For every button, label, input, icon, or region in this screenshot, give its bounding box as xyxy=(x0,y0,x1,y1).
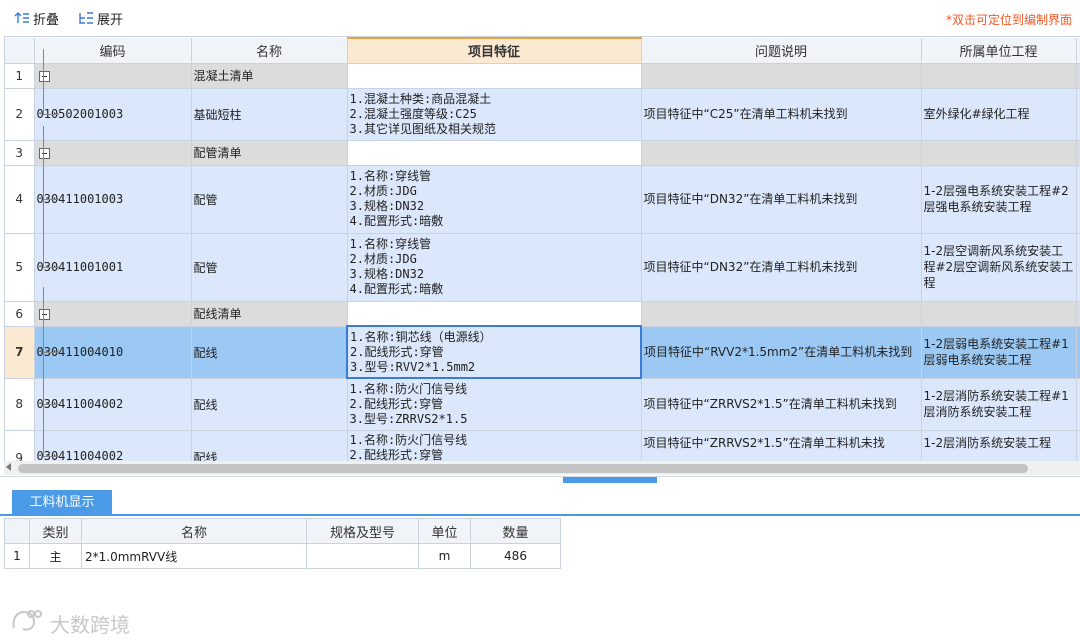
group-name: 配管清单 xyxy=(191,140,348,166)
material-name-header[interactable]: 名称 xyxy=(81,518,307,544)
name-header[interactable]: 名称 xyxy=(191,38,348,64)
unit-project: 1-2层消防系统安装工程 xyxy=(921,430,1077,461)
material-type: 主 xyxy=(29,543,82,569)
problem-description: 项目特征中“ZRRVS2*1.5”在清单工料机未找到 xyxy=(641,378,922,431)
row-number: 4 xyxy=(5,165,35,234)
item-feature: 1.名称:穿线管 2.材质:JDG 3.规格:DN32 4.配置形式:暗敷 xyxy=(347,165,642,234)
item-name: 配线 xyxy=(191,378,348,431)
horizontal-scrollbar[interactable] xyxy=(4,461,1080,475)
toolbar: 折叠 展开 *双击可定位到编制界面 xyxy=(0,0,1080,36)
type-header[interactable]: 类别 xyxy=(29,518,82,544)
table-row[interactable]: 5 030411001001 配管 1.名称:穿线管 2.材质:JDG 3.规格… xyxy=(5,193,1080,302)
expand-icon xyxy=(78,11,94,25)
group-row[interactable]: 1 混凝土清单 xyxy=(5,63,1080,89)
collapse-icon xyxy=(14,11,30,25)
panel-splitter[interactable] xyxy=(0,476,1080,483)
bottom-tabs: 工料机显示 xyxy=(0,486,1080,516)
expand-label: 展开 xyxy=(97,12,124,28)
problem-description: 项目特征中“ZRRVS2*1.5”在清单工料机未找 xyxy=(641,430,922,461)
group-name: 混凝土清单 xyxy=(191,63,348,89)
row-number: 3 xyxy=(5,140,35,166)
problem-description: 项目特征中“DN32”在清单工料机未找到 xyxy=(641,165,922,234)
problem-grid: 编码 名称 项目特征 问题说明 所属单位工程 1 混凝土清单 2 0105020… xyxy=(4,36,1080,461)
locate-hint: *双击可定位到编制界面 xyxy=(945,13,1072,27)
unit-header[interactable]: 单位 xyxy=(418,518,471,544)
tree-connector xyxy=(42,338,63,430)
table-row-selected[interactable]: 7 030411004010 配线 1.名称:铜芯线（电源线） 2.配线形式:穿… xyxy=(5,286,1080,379)
quantity-header[interactable]: 数量 xyxy=(470,518,561,544)
item-feature: 1.名称:穿线管 2.材质:JDG 3.规格:DN32 4.配置形式:暗敷 xyxy=(347,233,642,302)
collapse-button[interactable]: 折叠 xyxy=(14,9,60,28)
spec-header[interactable]: 规格及型号 xyxy=(306,518,419,544)
material-spec xyxy=(306,543,419,569)
feature-header[interactable]: 项目特征 xyxy=(347,37,642,64)
tree-connector xyxy=(42,193,63,301)
tree-connector xyxy=(42,125,63,233)
scrollbar-thumb[interactable] xyxy=(18,464,1028,473)
collapse-toggle-icon[interactable] xyxy=(38,308,50,320)
unit-project: 1-2层空调新风系统安装工程#2层空调新风系统安装工程 xyxy=(921,233,1077,302)
problem-description: 项目特征中“C25”在清单工料机未找到 xyxy=(641,88,922,141)
unit-project: 1-2层弱电系统安装工程#1层弱电系统安装工程 xyxy=(921,326,1077,379)
row-number: 6 xyxy=(5,301,35,327)
item-feature: 1.名称:防火门信号线 2.配线形式:穿管 xyxy=(347,430,642,461)
item-feature-active-cell[interactable]: 1.名称:铜芯线（电源线） 2.配线形式:穿管 3.型号:RVV2*1.5mm2 xyxy=(346,325,642,379)
tree-connector xyxy=(42,286,63,378)
splitter-handle[interactable] xyxy=(563,477,657,483)
watermark-logo: 大数跨境 xyxy=(10,608,130,639)
row-number: 5 xyxy=(5,233,35,302)
problem-description: 项目特征中“RVV2*1.5mm2”在清单工料机未找到 xyxy=(641,326,922,379)
row-number: 9 xyxy=(5,430,35,461)
materials-table: 类别 名称 规格及型号 单位 数量 1 主 2*1.0mmRVV线 m 486 xyxy=(4,518,561,569)
row-number: 2 xyxy=(5,88,35,141)
unit-project-header[interactable]: 所属单位工程 xyxy=(921,38,1077,64)
tab-materials[interactable]: 工料机显示 xyxy=(12,490,112,516)
tree-connector xyxy=(42,48,63,140)
table-row[interactable]: 4 030411001003 配管 1.名称:穿线管 2.材质:JDG 3.规格… xyxy=(5,125,1080,234)
material-name: 2*1.0mmRVV线 xyxy=(81,543,307,569)
unit-project: 1-2层消防系统安装工程#1层消防系统安装工程 xyxy=(921,378,1077,431)
logo-icon xyxy=(10,608,44,639)
tree-connector xyxy=(42,390,63,462)
row-number-header xyxy=(5,38,35,64)
code-header[interactable]: 编码 xyxy=(34,38,192,64)
problem-header[interactable]: 问题说明 xyxy=(641,38,922,64)
row-number: 7 xyxy=(5,326,35,379)
table-row[interactable]: 8 030411004002 配线 1.名称:防火门信号线 2.配线形式:穿管 … xyxy=(5,338,1080,431)
group-row[interactable]: 6 配线清单 xyxy=(5,301,1080,327)
table-row[interactable]: 2 010502001003 基础短柱 1.混凝土种类:商品混凝土 2.混凝土强… xyxy=(5,48,1080,141)
group-row[interactable]: 3 配管清单 xyxy=(5,140,1080,166)
row-number: 8 xyxy=(5,378,35,431)
group-name: 配线清单 xyxy=(191,301,348,327)
item-feature: 1.混凝土种类:商品混凝土 2.混凝土强度等级:C25 3.其它详见图纸及相关规… xyxy=(347,88,642,141)
item-name: 配线 xyxy=(191,430,348,461)
table-row[interactable]: 1 主 2*1.0mmRVV线 m 486 xyxy=(4,543,561,569)
problem-description: 项目特征中“DN32”在清单工料机未找到 xyxy=(641,233,922,302)
watermark-text: 大数跨境 xyxy=(50,613,130,637)
row-number: 1 xyxy=(4,543,30,569)
table-row[interactable]: 9 030411004002 配线 1.名称:防火门信号线 2.配线形式:穿管 … xyxy=(5,390,1080,462)
collapse-label: 折叠 xyxy=(33,12,60,28)
collapse-toggle-icon[interactable] xyxy=(38,70,50,82)
item-feature: 1.名称:防火门信号线 2.配线形式:穿管 3.型号:ZRRVS2*1.5 xyxy=(347,378,642,431)
item-name: 基础短柱 xyxy=(191,88,348,141)
item-name: 配管 xyxy=(191,165,348,234)
expand-button[interactable]: 展开 xyxy=(78,9,124,28)
item-name: 配管 xyxy=(191,233,348,302)
unit-project: 1-2层强电系统安装工程#2层强电系统安装工程 xyxy=(921,165,1077,234)
item-name: 配线 xyxy=(191,326,348,379)
unit-project: 室外绿化#绿化工程 xyxy=(921,88,1077,141)
row-number: 1 xyxy=(5,63,35,89)
collapse-toggle-icon[interactable] xyxy=(38,147,50,159)
scroll-left-icon[interactable] xyxy=(6,463,11,471)
material-quantity: 486 xyxy=(470,543,561,569)
material-unit: m xyxy=(418,543,471,569)
